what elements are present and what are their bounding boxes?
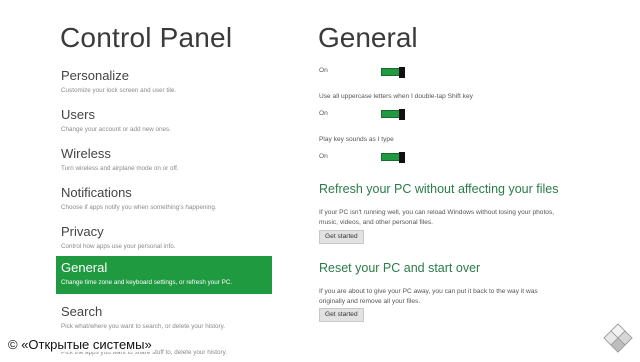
refresh-get-started-button[interactable]: Get started	[319, 230, 364, 244]
nav-item-wireless[interactable]: Wireless Turn wireless and airplane mode…	[56, 142, 272, 178]
nav-item-general[interactable]: General Change time zone and keyboard se…	[56, 256, 272, 294]
toggle-switch[interactable]	[381, 67, 405, 78]
reset-pc-title: Reset your PC and start over	[319, 261, 481, 275]
nav-item-description: Change your account or add new ones.	[61, 126, 171, 133]
nav-item-notifications[interactable]: Notifications Choose if apps notify you …	[56, 181, 272, 217]
copyright-credit: © «Открытые системы»	[5, 337, 155, 352]
nav-item-description: Change time zone and keyboard settings, …	[61, 279, 233, 286]
nav-item-description: Turn wireless and airplane mode on or of…	[61, 165, 179, 172]
key-sounds-toggle[interactable]	[381, 152, 405, 163]
nav-item-label: Search	[61, 304, 103, 319]
nav-item-description: Control how apps use your personal info.	[61, 243, 176, 250]
nav-item-label: General	[61, 260, 108, 275]
refresh-pc-title: Refresh your PC without affecting your f…	[319, 182, 559, 196]
nav-item-description: Customize your lock screen and user tile…	[61, 87, 177, 94]
toggle-thumb	[399, 67, 405, 78]
uppercase-toggle[interactable]	[381, 109, 405, 120]
nav-item-label: Personalize	[61, 68, 129, 83]
nav-item-privacy[interactable]: Privacy Control how apps use your person…	[56, 220, 272, 256]
nav-item-users[interactable]: Users Change your account or add new one…	[56, 103, 272, 139]
nav-item-search[interactable]: Search Pick what/where you want to searc…	[56, 300, 272, 336]
toggle-thumb	[399, 152, 405, 163]
reset-pc-description: If you are about to give your PC away, y…	[319, 288, 538, 305]
reset-get-started-button[interactable]: Get started	[319, 308, 364, 322]
nav-item-label: Notifications	[61, 185, 132, 200]
toggle-thumb	[399, 109, 405, 120]
control-panel-title: Control Panel	[60, 22, 233, 53]
refresh-pc-description: If your PC isn't running well, you can r…	[319, 209, 555, 226]
publisher-logo-icon	[603, 323, 633, 353]
toggle-state-text: On	[319, 153, 328, 160]
nav-item-personalize[interactable]: Personalize Customize your lock screen a…	[56, 64, 272, 100]
nav-item-label: Users	[61, 107, 95, 122]
nav-item-description: Choose if apps notify you when something…	[61, 204, 217, 211]
key-sounds-setting-label: Play key sounds as I type	[319, 136, 394, 143]
nav-item-label: Privacy	[61, 224, 104, 239]
nav-item-label: Wireless	[61, 146, 111, 161]
nav-item-description: Pick what/where you want to search, or d…	[61, 323, 226, 330]
general-title: General	[318, 22, 418, 53]
toggle-state-text: On	[319, 110, 328, 117]
uppercase-setting-label: Use all uppercase letters when I double-…	[319, 93, 473, 100]
toggle-state-text: On	[319, 67, 328, 74]
